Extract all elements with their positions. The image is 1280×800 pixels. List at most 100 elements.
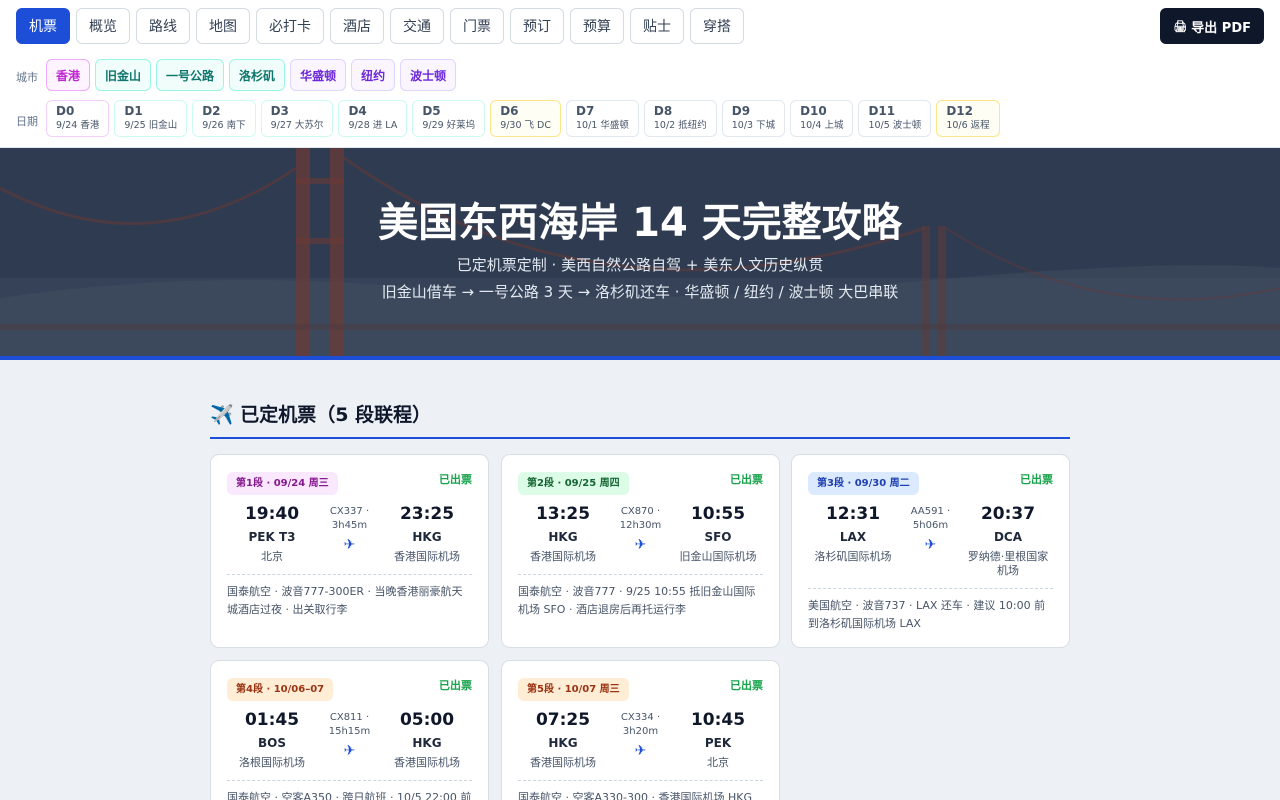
tab-booking[interactable]: 预订 (510, 8, 564, 44)
arrival-time: 05:00 (399, 710, 455, 730)
status-badge: 已出票 (439, 473, 472, 486)
airplane-icon: ✈️ (210, 404, 234, 426)
plane-icon: ✈ (343, 537, 356, 553)
flight-number: AA591 · (910, 506, 951, 517)
city-chip-highway-1[interactable]: 一号公路 (156, 59, 225, 91)
date-chip-d3[interactable]: D3 9/27 大苏尔 (260, 100, 334, 137)
nav-tabs: 机票 概览 路线 地图 必打卡 酒店 交通 门票 预订 预算 贴士 穿搭 (16, 8, 744, 44)
flight-note: 国泰航空 · 空客A330-300 · 香港国际机场 HKG 中 (518, 780, 763, 800)
arrival-airport: 香港国际机场 (394, 550, 460, 563)
tab-budget[interactable]: 预算 (570, 8, 624, 44)
city-filter: 香港 旧金山 一号公路 洛杉矶 华盛顿 纽约 波士顿 (46, 59, 457, 91)
date-filter: D0 9/24 香港 D1 9/25 旧金山 D2 9/26 南下 D3 9/27 大苏… (46, 100, 1000, 137)
tab-flights[interactable]: 机票 (16, 8, 70, 44)
date-chip-d11[interactable]: D11 10/5 波士顿 (858, 100, 932, 137)
arrival-airport: 罗纳德·里根国家机场 (967, 550, 1049, 577)
city-chip-san-francisco[interactable]: 旧金山 (95, 59, 152, 91)
tab-map[interactable]: 地图 (196, 8, 250, 44)
departure-code: PEK T3 (248, 530, 296, 544)
section-divider (210, 437, 1070, 439)
tab-hotels[interactable]: 酒店 (330, 8, 384, 44)
departure-time: 01:45 (244, 710, 300, 730)
date-chip-d9[interactable]: D9 10/3 下城 (721, 100, 786, 137)
city-chip-boston[interactable]: 波士顿 (400, 59, 457, 91)
arrival-code: SFO (704, 530, 732, 544)
date-chip-d8[interactable]: D8 10/2 抵纽约 (643, 100, 717, 137)
segment-badge: 第5段 · 10/07 周三 (518, 678, 629, 701)
departure-airport: 香港国际机场 (530, 550, 596, 563)
flight-card: 第5段 · 10/07 周三 已出票 07:25 HKG 香港国际机场 CX334 … (501, 660, 780, 800)
hero-banner: 美国东西海岸 14 天完整攻略 已定机票定制 · 美西自然公路自驾 + 美东人文… (0, 148, 1280, 360)
date-chip-d0[interactable]: D0 9/24 香港 (46, 100, 110, 137)
hero-subtitle: 已定机票定制 · 美西自然公路自驾 + 美东人文历史纵贯 (456, 256, 824, 274)
tab-must-see[interactable]: 必打卡 (256, 8, 324, 44)
arrival-code: HKG (412, 736, 442, 750)
departure-airport: 香港国际机场 (530, 756, 596, 769)
section-title-text: 已定机票（5 段联程） (240, 404, 432, 426)
plane-icon: ✈ (634, 743, 647, 759)
flight-route: 19:40 PEK T3 北京 CX337 · 3h45m ✈ 23:25 HKG 香港国际… (227, 503, 472, 564)
arrival-time: 23:25 (399, 504, 455, 524)
date-chip-d5[interactable]: D5 9/29 好莱坞 (412, 100, 486, 137)
flight-card: 第2段 · 09/25 周四 已出票 13:25 HKG 香港国际机场 CX870 … (501, 454, 780, 648)
date-row-label: 日期 (16, 115, 38, 128)
departure-code: HKG (548, 530, 578, 544)
city-chip-hongkong[interactable]: 香港 (46, 59, 91, 91)
flight-route: 13:25 HKG 香港国际机场 CX870 · 12h30m ✈ 10:55 SFO 旧金… (518, 503, 763, 564)
city-chip-new-york[interactable]: 纽约 (351, 59, 396, 91)
segment-badge: 第4段 · 10/06–07 (227, 678, 334, 701)
flight-note: 国泰航空 · 空客A350 · 跨日航班 · 10/5 22:00 前须 (227, 780, 472, 800)
hero-route-summary: 旧金山借车 → 一号公路 3 天 → 洛杉矶还车 · 华盛顿 / 纽约 / 波士… (381, 283, 899, 301)
tab-outfits[interactable]: 穿搭 (690, 8, 744, 44)
arrival-airport: 旧金山国际机场 (679, 550, 757, 563)
date-chip-d2[interactable]: D2 9/26 南下 (192, 100, 256, 137)
flight-note: 国泰航空 · 波音777-300ER · 当晚香港丽豪航天城酒店过夜 · 出关取… (227, 574, 472, 619)
departure-time: 13:25 (535, 504, 591, 524)
date-chip-d10[interactable]: D10 10/4 上城 (790, 100, 854, 137)
tab-transport[interactable]: 交通 (390, 8, 444, 44)
arrival-airport: 香港国际机场 (394, 756, 460, 769)
arrival-time: 10:55 (690, 504, 746, 524)
date-chip-d1[interactable]: D1 9/25 旧金山 (114, 100, 188, 137)
city-row-label: 城市 (16, 71, 38, 84)
arrival-code: DCA (993, 530, 1023, 544)
segment-badge: 第2段 · 09/25 周四 (518, 472, 629, 495)
city-chip-los-angeles[interactable]: 洛杉矶 (229, 59, 286, 91)
flight-note: 国泰航空 · 波音777 · 9/25 10:55 抵旧金山国际机场 SFO ·… (518, 574, 763, 619)
flight-card: 第4段 · 10/06–07 已出票 01:45 BOS 洛根国际机场 CX811 … (210, 660, 489, 800)
segment-badge: 第3段 · 09/30 周二 (808, 472, 919, 495)
flight-note: 美国航空 · 波音737 · LAX 还车 · 建议 10:00 前到洛杉矶国际… (808, 588, 1053, 633)
flight-card: 第3段 · 09/30 周二 已出票 12:31 LAX 洛杉矶国际机场 AA591… (791, 454, 1070, 648)
date-chip-d4[interactable]: D4 9/28 进 LA (338, 100, 408, 137)
date-chip-d7[interactable]: D7 10/1 华盛顿 (566, 100, 639, 137)
departure-code: LAX (839, 530, 867, 544)
status-badge: 已出票 (730, 473, 763, 486)
departure-code: BOS (258, 736, 286, 750)
city-chip-washington[interactable]: 华盛顿 (290, 59, 347, 91)
tab-tips[interactable]: 贴士 (630, 8, 684, 44)
status-badge: 已出票 (730, 679, 763, 692)
page-title: 美国东西海岸 14 天完整攻略 (378, 200, 902, 246)
flight-duration: 3h20m (622, 726, 659, 737)
plane-icon: ✈ (343, 743, 356, 759)
export-pdf-button[interactable]: 🖨 导出 PDF (1160, 8, 1264, 44)
tab-overview[interactable]: 概览 (76, 8, 130, 44)
tab-tickets[interactable]: 门票 (450, 8, 504, 44)
date-chip-d6[interactable]: D6 9/30 飞 DC (490, 100, 562, 137)
section-title: ✈️ 已定机票（5 段联程） (210, 400, 431, 427)
arrival-code: PEK (704, 736, 732, 750)
arrival-time: 10:45 (690, 710, 746, 730)
date-chip-d12[interactable]: D12 10/6 返程 (936, 100, 1000, 137)
flight-duration: 15h15m (328, 726, 371, 737)
arrival-time: 20:37 (980, 504, 1036, 524)
status-badge: 已出票 (1020, 473, 1053, 486)
top-toolbar: 机票 概览 路线 地图 必打卡 酒店 交通 门票 预订 预算 贴士 穿搭 🖨 导… (0, 0, 1280, 148)
flight-number: CX811 · (329, 712, 370, 723)
export-pdf-label: 导出 PDF (1191, 20, 1251, 36)
arrival-code: HKG (412, 530, 442, 544)
arrival-airport: 北京 (707, 756, 729, 769)
flight-route: 01:45 BOS 洛根国际机场 CX811 · 15h15m ✈ 05:00 HKG 香港… (227, 709, 472, 770)
tab-route[interactable]: 路线 (136, 8, 190, 44)
segment-badge: 第1段 · 09/24 周三 (227, 472, 338, 495)
departure-time: 07:25 (535, 710, 591, 730)
